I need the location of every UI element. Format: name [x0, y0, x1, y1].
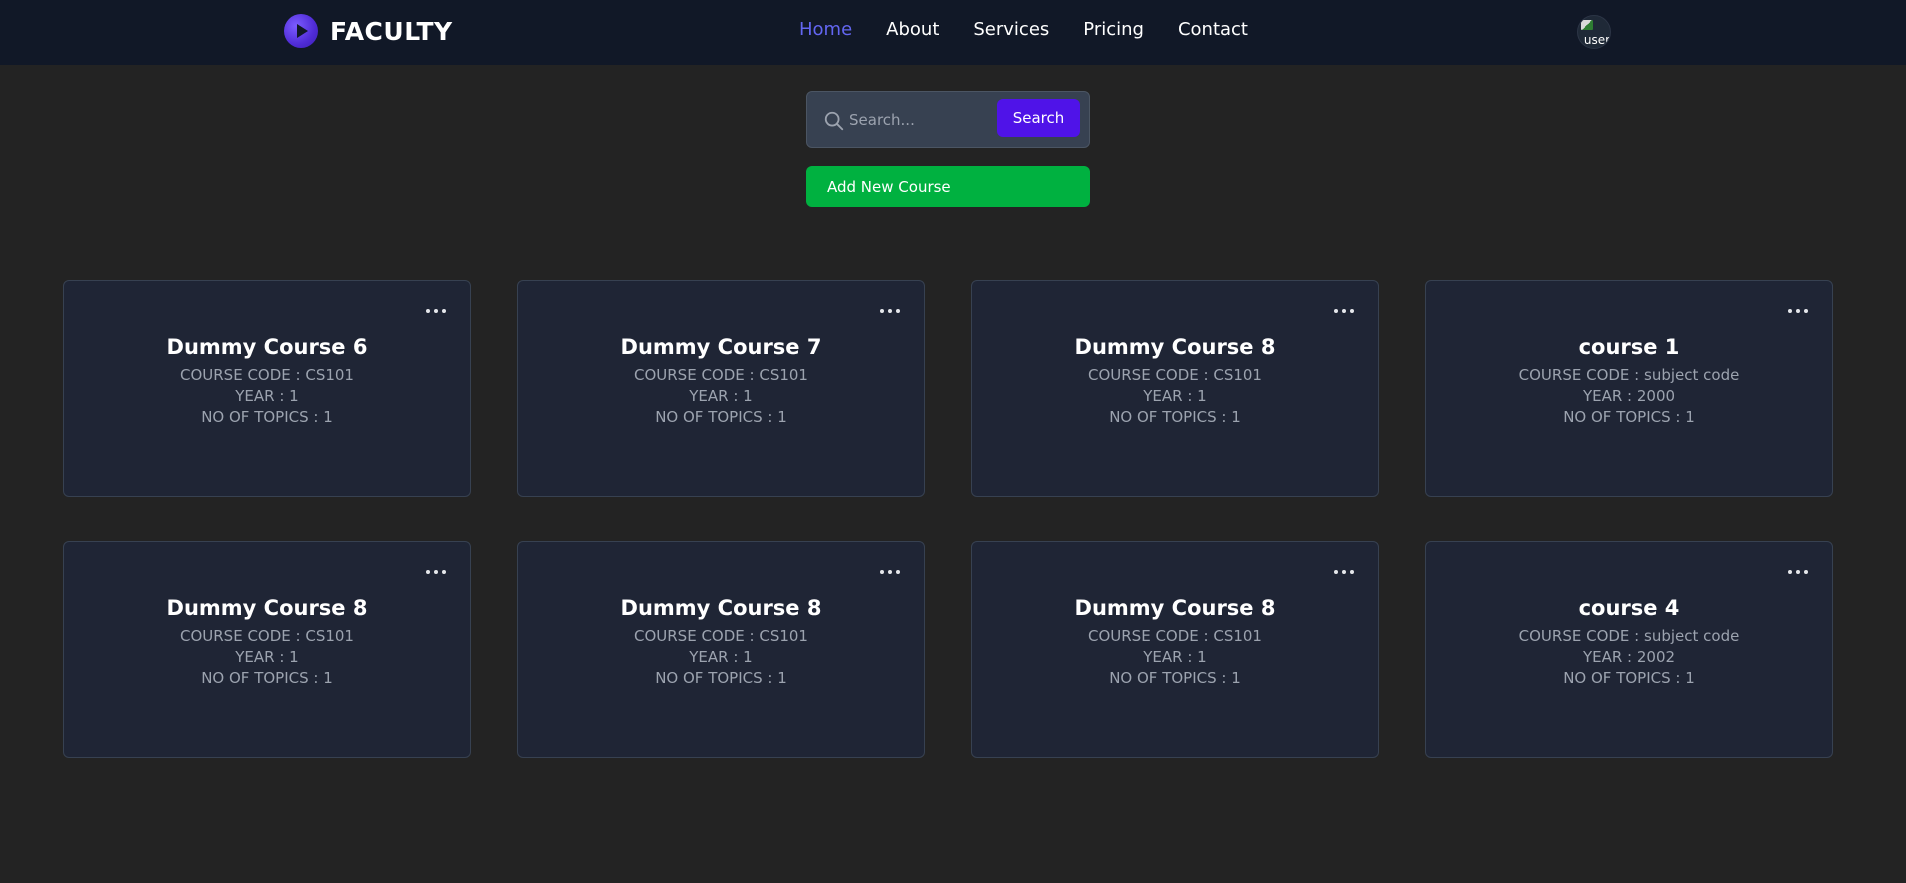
course-title: Dummy Course 8 — [1074, 596, 1276, 620]
nav-link-services[interactable]: Services — [973, 19, 1049, 40]
add-new-course-button[interactable]: Add New Course — [806, 166, 1090, 207]
more-options-icon[interactable] — [424, 568, 448, 576]
search-box: Search — [806, 91, 1090, 148]
course-code: COURSE CODE : CS101 — [180, 366, 354, 384]
course-code: COURSE CODE : subject code — [1518, 627, 1740, 645]
course-card[interactable]: Dummy Course 7 COURSE CODE : CS101 YEAR … — [517, 280, 925, 497]
navbar: FACULTY Home About Services Pricing Cont… — [0, 0, 1906, 65]
nav-link-home[interactable]: Home — [799, 19, 852, 40]
course-code: COURSE CODE : CS101 — [634, 627, 808, 645]
course-topics: NO OF TOPICS : 1 — [1109, 408, 1241, 426]
search-icon — [824, 111, 844, 131]
course-topics: NO OF TOPICS : 1 — [1563, 669, 1695, 687]
course-code: COURSE CODE : subject code — [1518, 366, 1740, 384]
course-title: Dummy Course 8 — [1074, 335, 1276, 359]
course-code: COURSE CODE : CS101 — [1088, 366, 1262, 384]
course-title: course 1 — [1578, 335, 1680, 359]
course-topics: NO OF TOPICS : 1 — [655, 408, 787, 426]
course-card[interactable]: Dummy Course 8 COURSE CODE : CS101 YEAR … — [63, 541, 471, 758]
nav-link-about[interactable]: About — [886, 19, 939, 40]
course-card[interactable]: Dummy Course 8 COURSE CODE : CS101 YEAR … — [971, 541, 1379, 758]
course-topics: NO OF TOPICS : 1 — [201, 669, 333, 687]
more-options-icon[interactable] — [1332, 568, 1356, 576]
course-topics: NO OF TOPICS : 1 — [1563, 408, 1695, 426]
course-year: YEAR : 1 — [1143, 648, 1207, 666]
course-title: Dummy Course 8 — [620, 596, 822, 620]
more-options-icon[interactable] — [1332, 307, 1356, 315]
course-card[interactable]: course 4 COURSE CODE : subject code YEAR… — [1425, 541, 1833, 758]
course-year: YEAR : 2002 — [1582, 648, 1676, 666]
course-title: course 4 — [1578, 596, 1680, 620]
course-title: Dummy Course 7 — [620, 335, 822, 359]
nav-links: Home About Services Pricing Contact — [799, 19, 1248, 40]
course-code: COURSE CODE : CS101 — [634, 366, 808, 384]
course-year: YEAR : 1 — [1143, 387, 1207, 405]
broken-image-icon — [1581, 20, 1593, 30]
course-card[interactable]: course 1 COURSE CODE : subject code YEAR… — [1425, 280, 1833, 497]
more-options-icon[interactable] — [878, 307, 902, 315]
course-year: YEAR : 1 — [235, 387, 299, 405]
search-input[interactable] — [849, 106, 989, 134]
more-options-icon[interactable] — [878, 568, 902, 576]
course-topics: NO OF TOPICS : 1 — [1109, 669, 1241, 687]
nav-link-contact[interactable]: Contact — [1178, 19, 1248, 40]
nav-link-pricing[interactable]: Pricing — [1083, 19, 1144, 40]
course-year: YEAR : 1 — [689, 648, 753, 666]
brand[interactable]: FACULTY — [284, 14, 453, 48]
course-code: COURSE CODE : CS101 — [1088, 627, 1262, 645]
course-card[interactable]: Dummy Course 8 COURSE CODE : CS101 YEAR … — [517, 541, 925, 758]
course-grid: Dummy Course 6 COURSE CODE : CS101 YEAR … — [63, 280, 1833, 758]
play-circle-icon — [284, 14, 318, 48]
more-options-icon[interactable] — [1786, 307, 1810, 315]
course-year: YEAR : 2000 — [1582, 387, 1676, 405]
course-year: YEAR : 1 — [689, 387, 753, 405]
course-title: Dummy Course 8 — [166, 596, 368, 620]
course-year: YEAR : 1 — [235, 648, 299, 666]
search-button[interactable]: Search — [997, 99, 1080, 137]
brand-name: FACULTY — [330, 16, 453, 46]
course-topics: NO OF TOPICS : 1 — [655, 669, 787, 687]
course-card[interactable]: Dummy Course 6 COURSE CODE : CS101 YEAR … — [63, 280, 471, 497]
course-topics: NO OF TOPICS : 1 — [201, 408, 333, 426]
avatar[interactable]: user — [1577, 15, 1611, 49]
avatar-alt-text: user — [1583, 33, 1611, 47]
more-options-icon[interactable] — [1786, 568, 1810, 576]
course-title: Dummy Course 6 — [166, 335, 368, 359]
course-code: COURSE CODE : CS101 — [180, 627, 354, 645]
course-card[interactable]: Dummy Course 8 COURSE CODE : CS101 YEAR … — [971, 280, 1379, 497]
more-options-icon[interactable] — [424, 307, 448, 315]
